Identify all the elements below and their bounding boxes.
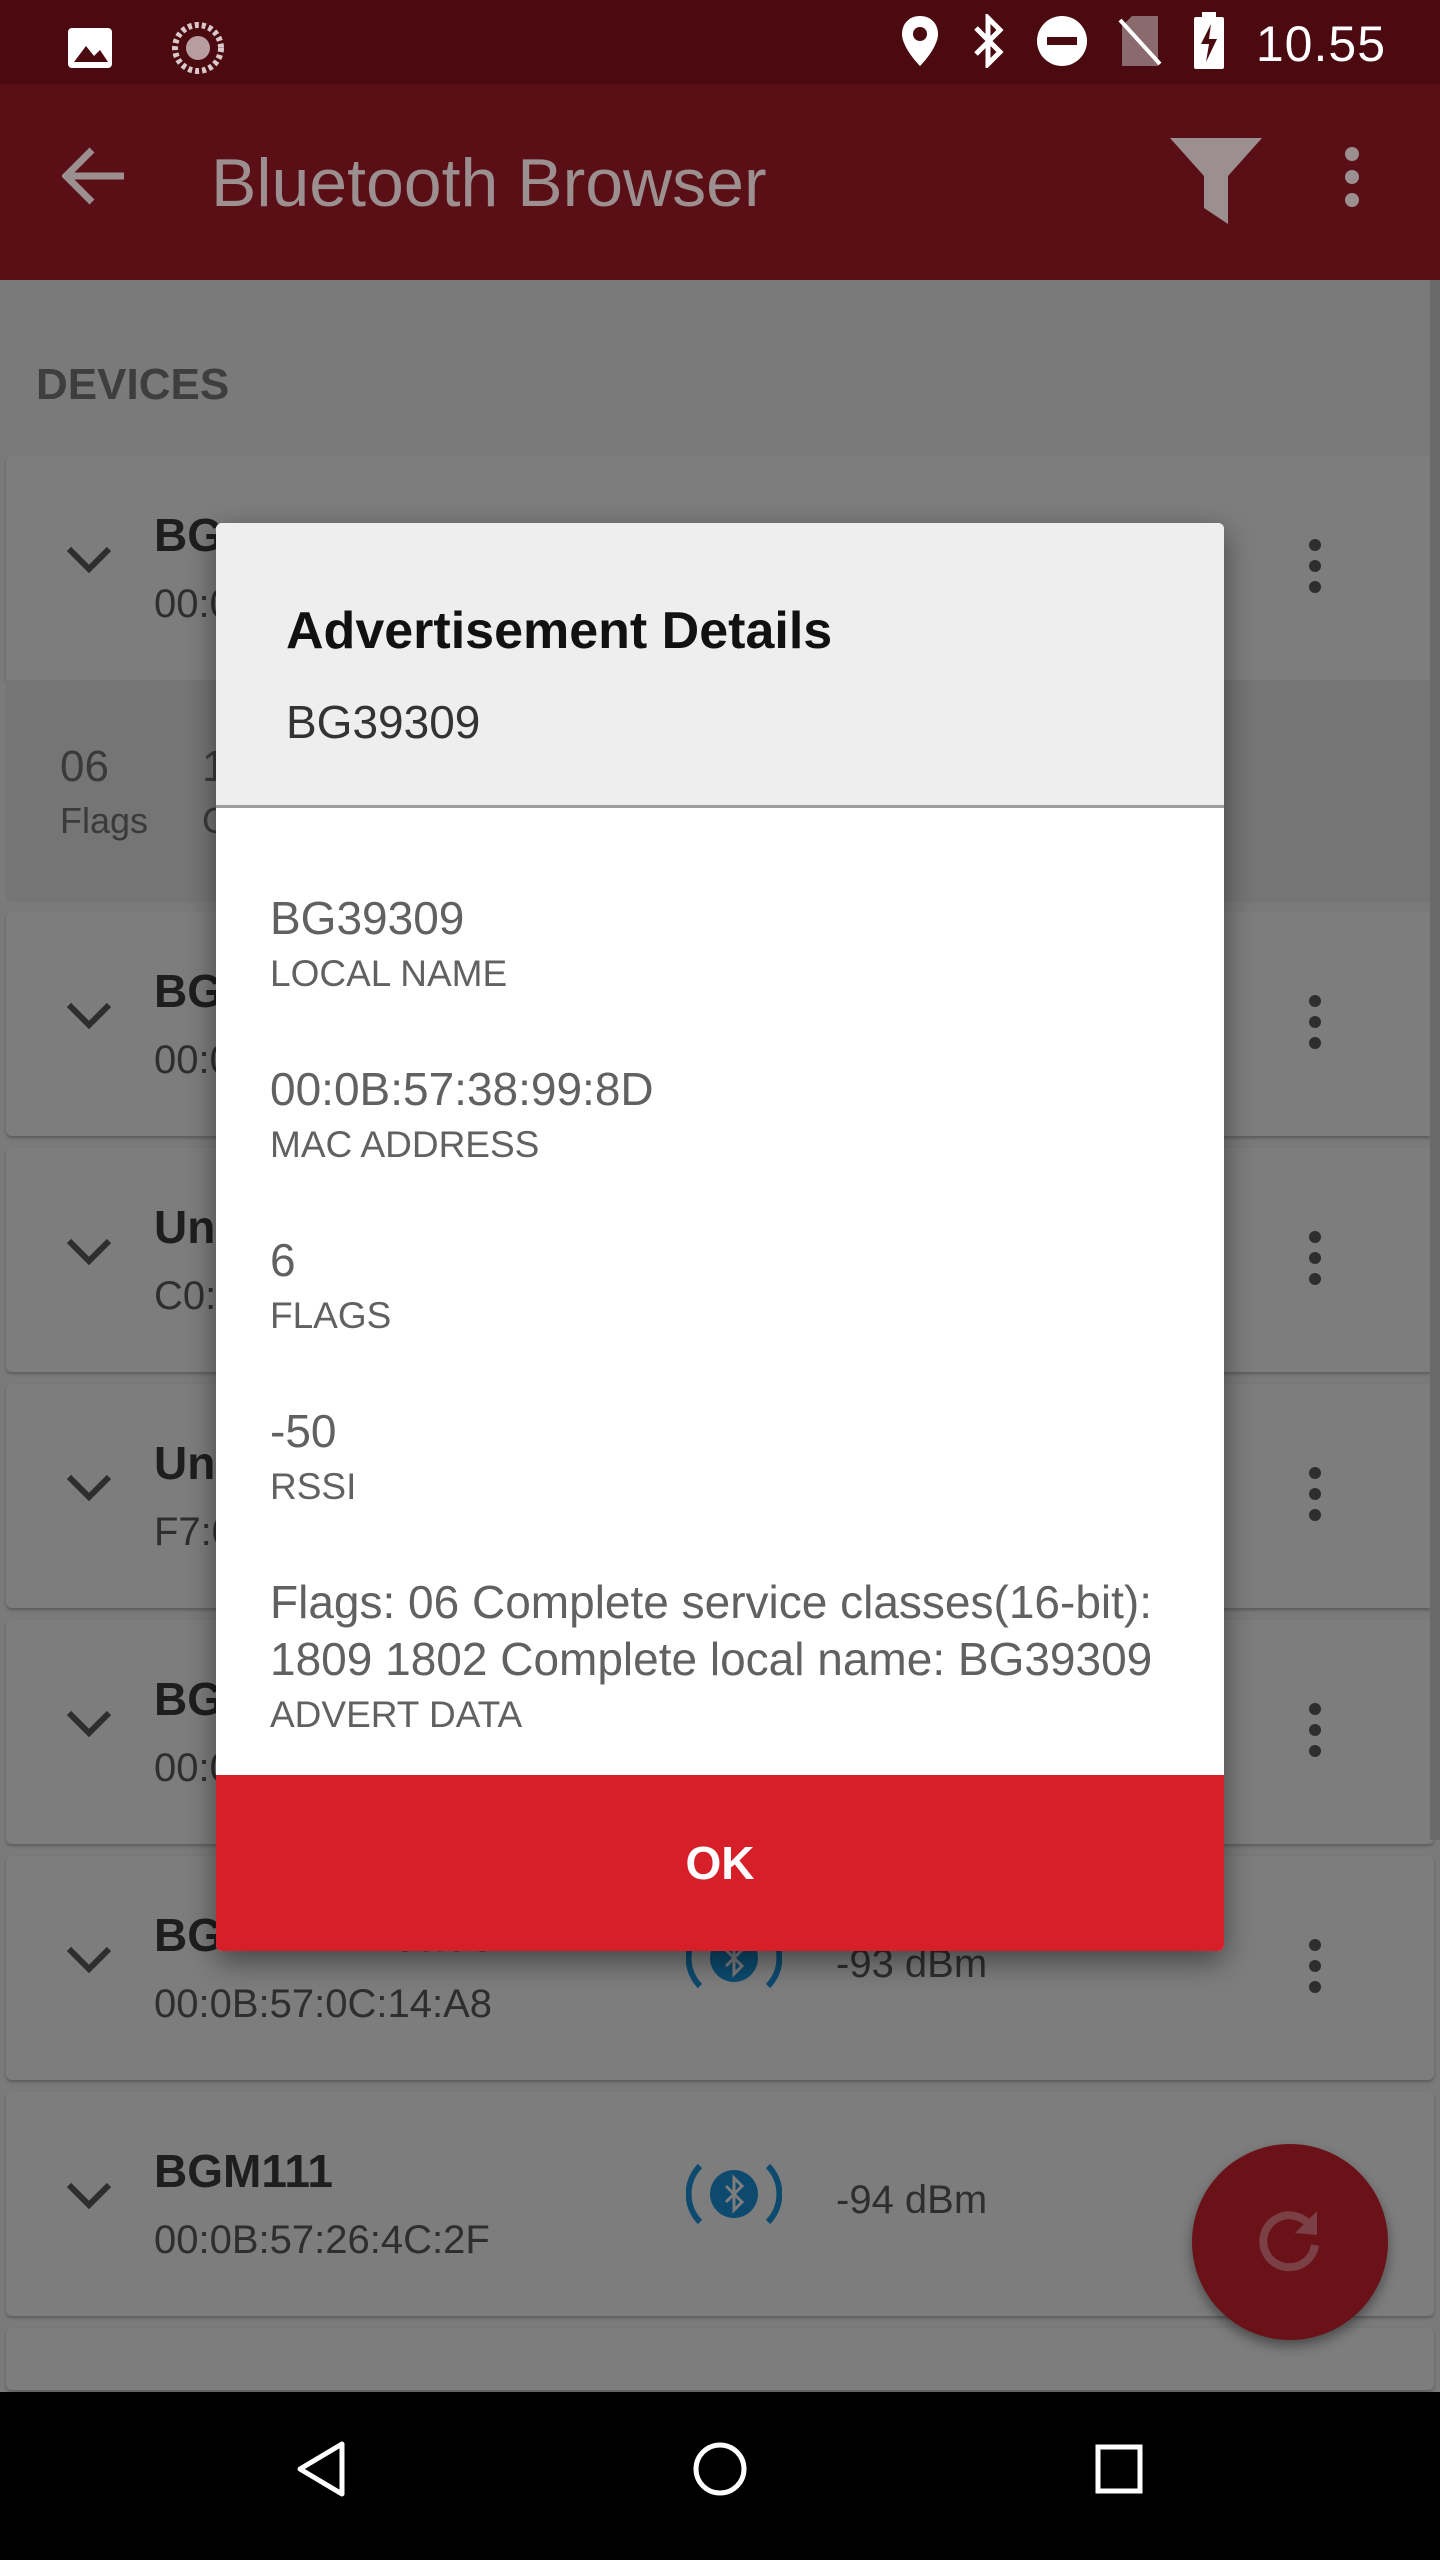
chevron-down-icon[interactable]: [66, 546, 112, 579]
device-name: BG: [154, 965, 223, 1017]
field-advert-data: Flags: 06 Complete service classes(16-bi…: [270, 1574, 1170, 1736]
chevron-down-icon[interactable]: [66, 1710, 112, 1743]
more-vert-icon[interactable]: [1306, 994, 1324, 1055]
bluetooth-signal-icon: [685, 2158, 783, 2235]
navigation-bar: [0, 2392, 1440, 2560]
status-bar: 10.55: [0, 0, 1440, 84]
more-vert-icon[interactable]: [1306, 538, 1324, 599]
sync-icon: [172, 22, 224, 79]
section-header-devices: DEVICES: [36, 360, 230, 409]
field-label: LOCAL NAME: [270, 953, 508, 994]
field-label: RSSI: [270, 1466, 357, 1507]
device-mac: C0:: [154, 1274, 217, 1318]
recents-nav-icon[interactable]: [1094, 2440, 1144, 2503]
do-not-disturb-icon: [1036, 15, 1088, 72]
chevron-down-icon[interactable]: [66, 1238, 112, 1271]
field-label: MAC ADDRESS: [270, 1124, 540, 1165]
device-rssi: -94 dBm: [836, 2178, 988, 2222]
dialog-title: Advertisement Details: [286, 602, 833, 660]
chevron-down-icon[interactable]: [66, 2182, 112, 2215]
dialog-body[interactable]: BG39309 LOCAL NAME 00:0B:57:38:99:8D MAC…: [216, 808, 1224, 1934]
field-label: ADVERT DATA: [270, 1694, 523, 1735]
device-mac: 00:0B:57:26:4C:2F: [154, 2218, 490, 2262]
back-arrow-icon[interactable]: [61, 146, 126, 211]
app-bar: Bluetooth Browser: [0, 84, 1440, 280]
field-label: FLAGS: [270, 1295, 392, 1336]
chevron-down-icon[interactable]: [66, 1474, 112, 1507]
device-name: BG: [154, 509, 223, 561]
more-vert-icon[interactable]: [1306, 1938, 1324, 1999]
refresh-button[interactable]: [1192, 2144, 1388, 2340]
field-local-name: BG39309 LOCAL NAME: [270, 890, 1170, 995]
page-title: Bluetooth Browser: [211, 145, 767, 221]
filter-icon[interactable]: [1168, 136, 1264, 231]
field-value: 6: [270, 1234, 296, 1286]
advertisement-details-dialog: Advertisement Details BG39309 BG39309 LO…: [216, 523, 1224, 1951]
image-icon: [66, 26, 114, 75]
device-name: BG: [154, 1673, 223, 1725]
device-mac: 00:0B:57:0C:14:A8: [154, 1982, 493, 2026]
battery-charging-icon: [1192, 12, 1226, 75]
overflow-menu-icon[interactable]: [1342, 146, 1362, 213]
no-sim-icon: [1118, 14, 1162, 73]
chevron-down-icon[interactable]: [66, 1002, 112, 1035]
field-flags: 6 FLAGS: [270, 1232, 1170, 1337]
more-vert-icon[interactable]: [1306, 1702, 1324, 1763]
home-nav-icon[interactable]: [692, 2440, 748, 2503]
clock: 10.55: [1255, 15, 1386, 72]
field-value: BG39309: [270, 892, 465, 944]
scrollbar[interactable]: [1430, 280, 1440, 1840]
refresh-icon: [1255, 2205, 1325, 2280]
dialog-subtitle: BG39309: [286, 696, 481, 748]
device-name: BGM111: [154, 2145, 333, 2197]
flags-value: 06: [60, 742, 109, 791]
field-value: Flags: 06 Complete service classes(16-bi…: [270, 1576, 1153, 1685]
field-mac-address: 00:0B:57:38:99:8D MAC ADDRESS: [270, 1061, 1170, 1166]
ok-button[interactable]: OK: [216, 1775, 1224, 1951]
back-nav-icon[interactable]: [296, 2440, 346, 2503]
field-value: 00:0B:57:38:99:8D: [270, 1063, 654, 1115]
more-vert-icon[interactable]: [1306, 1466, 1324, 1527]
location-icon: [900, 14, 940, 73]
field-value: -50: [270, 1405, 337, 1457]
bluetooth-icon: [970, 11, 1006, 73]
flags-label: Flags: [60, 800, 149, 841]
field-rssi: -50 RSSI: [270, 1403, 1170, 1508]
device-card[interactable]: [6, 2328, 1434, 2390]
chevron-down-icon[interactable]: [66, 1946, 112, 1979]
dialog-header: Advertisement Details BG39309: [216, 523, 1224, 808]
more-vert-icon[interactable]: [1306, 1230, 1324, 1291]
